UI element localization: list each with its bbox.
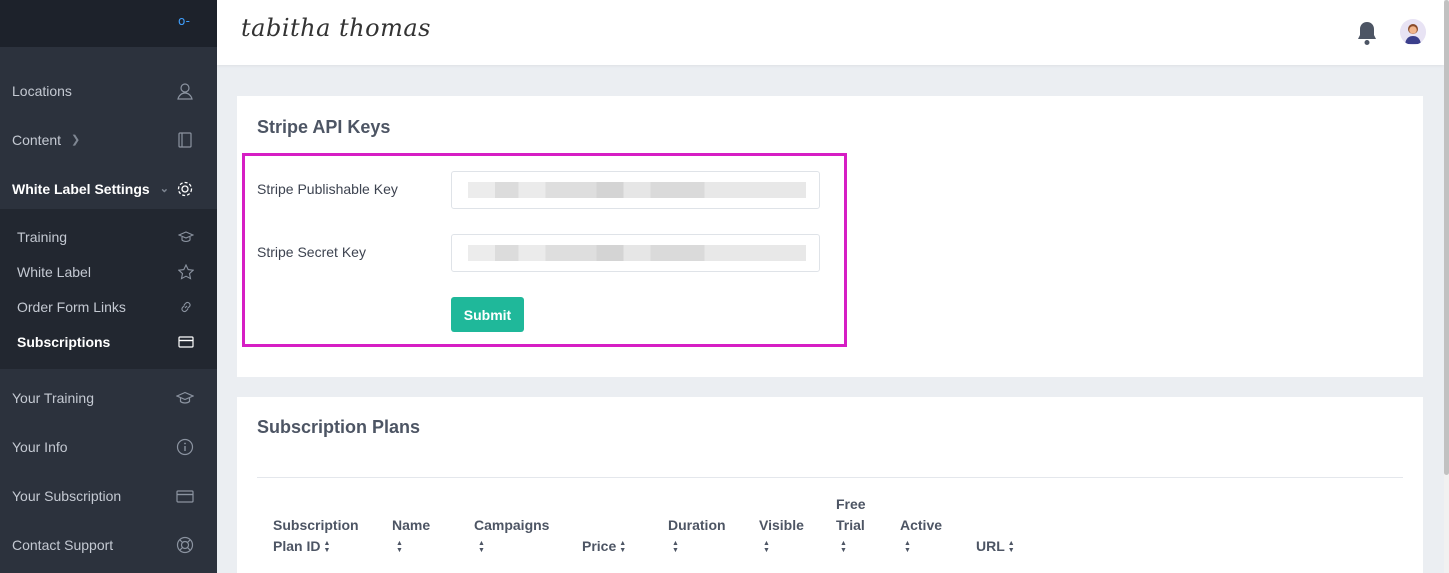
- chevron-right-icon: ❯: [71, 134, 81, 146]
- column-header-price[interactable]: Price ▲ ▼: [582, 536, 626, 557]
- header-line: Plan ID: [273, 538, 321, 554]
- header-line: Subscription: [273, 517, 359, 533]
- stripe-secret-key-label: Stripe Secret Key: [257, 244, 366, 260]
- header-line: Free: [836, 496, 866, 512]
- sidebar: o- Locations Content ❯ White Label Setti…: [0, 0, 217, 573]
- sort-icon[interactable]: ▲ ▼: [672, 540, 679, 554]
- sidebar-item-your-subscription[interactable]: Your Subscription: [0, 471, 217, 520]
- credit-card-icon: [178, 335, 194, 348]
- book-icon: [178, 131, 192, 148]
- info-icon: [176, 438, 194, 455]
- header-line: Campaigns: [474, 517, 550, 533]
- sort-icon[interactable]: ▲ ▼: [396, 540, 403, 554]
- sidebar-header: o-: [0, 0, 217, 47]
- sidebar-subitem-white-label[interactable]: White Label: [0, 254, 217, 289]
- column-header-campaigns[interactable]: Campaigns ▲ ▼: [474, 515, 549, 557]
- gear-icon: [177, 181, 193, 196]
- redacted-value: [468, 245, 806, 261]
- sidebar-item-label: Your Training: [12, 389, 94, 406]
- bell-icon[interactable]: [1355, 20, 1379, 46]
- scrollbar[interactable]: [1444, 0, 1449, 573]
- logo[interactable]: tabitha thomas: [241, 14, 431, 42]
- sidebar-subitem-label: White Label: [17, 263, 91, 280]
- sidebar-item-label: Content: [12, 131, 62, 148]
- sidebar-subitem-training[interactable]: Training: [0, 219, 217, 254]
- column-header-name[interactable]: Name ▲ ▼: [392, 515, 430, 557]
- sidebar-item-label: Contact Support: [12, 536, 114, 553]
- column-header-free-trial[interactable]: Free Trial ▲ ▼: [836, 494, 866, 557]
- sidebar-submenu: Training White Label Order Form Links Su…: [0, 209, 217, 369]
- avatar-image: [1400, 19, 1426, 45]
- user-pin-icon: [177, 82, 193, 100]
- sort-icon[interactable]: ▲ ▼: [763, 540, 770, 554]
- redacted-value: [468, 182, 806, 198]
- scrollbar-thumb[interactable]: [1444, 0, 1449, 475]
- sort-icon[interactable]: ▲ ▼: [619, 540, 626, 554]
- header-line: Visible: [759, 517, 804, 533]
- graduation-cap-icon: [178, 230, 194, 242]
- sort-icon[interactable]: ▲ ▼: [904, 540, 911, 554]
- sidebar-item-locations[interactable]: Locations: [0, 66, 217, 115]
- header-line: Active: [900, 517, 943, 533]
- graduation-cap-icon: [176, 391, 194, 404]
- star-icon: [178, 263, 194, 280]
- header-line: Name: [392, 517, 431, 533]
- card-title: Stripe API Keys: [257, 117, 391, 137]
- sort-icon[interactable]: ▲ ▼: [1008, 540, 1015, 554]
- divider: [257, 477, 1403, 478]
- key-icon[interactable]: o-: [178, 14, 190, 28]
- sidebar-subitem-label: Training: [17, 228, 68, 245]
- sidebar-item-label: Locations: [12, 82, 72, 99]
- chevron-down-icon: ⌄: [159, 183, 169, 195]
- card-title: Subscription Plans: [257, 417, 421, 437]
- stripe-publishable-key-input[interactable]: [451, 171, 820, 209]
- link-icon: [181, 301, 191, 312]
- sidebar-item-label: Your Subscription: [12, 487, 122, 504]
- stripe-secret-key-input[interactable]: [451, 234, 820, 272]
- column-header-duration[interactable]: Duration ▲ ▼: [668, 515, 726, 557]
- sort-icon[interactable]: ▲ ▼: [478, 540, 485, 554]
- sidebar-item-white-label-settings[interactable]: White Label Settings ⌄: [0, 164, 217, 213]
- column-header-visible[interactable]: Visible ▲ ▼: [759, 515, 804, 557]
- column-header-plan-id[interactable]: Subscription Plan ID ▲ ▼: [273, 515, 359, 557]
- avatar[interactable]: [1400, 19, 1426, 45]
- sidebar-item-your-info[interactable]: Your Info: [0, 422, 217, 471]
- sidebar-subitem-order-form-links[interactable]: Order Form Links: [0, 289, 217, 324]
- sidebar-item-contact-support[interactable]: Contact Support: [0, 520, 217, 569]
- sidebar-item-label: Your Info: [12, 438, 68, 455]
- lifebuoy-icon: [176, 536, 194, 553]
- header-line: URL: [976, 538, 1005, 554]
- top-bar: tabitha thomas: [217, 0, 1444, 65]
- header-line: Price: [582, 538, 617, 554]
- header-line: Trial: [836, 517, 865, 533]
- sidebar-item-label: White Label Settings: [12, 180, 150, 197]
- sidebar-subitem-subscriptions[interactable]: Subscriptions: [0, 324, 217, 359]
- sort-icon[interactable]: ▲ ▼: [323, 540, 330, 554]
- sidebar-item-your-training[interactable]: Your Training: [0, 373, 217, 422]
- sidebar-subitem-label: Subscriptions: [17, 333, 111, 350]
- sidebar-item-content[interactable]: Content ❯: [0, 115, 217, 164]
- column-header-url[interactable]: URL ▲ ▼: [976, 536, 1015, 557]
- credit-card-icon: [176, 489, 194, 503]
- submit-button[interactable]: Submit: [451, 297, 524, 332]
- column-header-active[interactable]: Active ▲ ▼: [900, 515, 942, 557]
- sidebar-subitem-label: Order Form Links: [17, 298, 126, 315]
- stripe-publishable-key-label: Stripe Publishable Key: [257, 181, 398, 197]
- sort-icon[interactable]: ▲ ▼: [840, 540, 847, 554]
- header-line: Duration: [668, 517, 726, 533]
